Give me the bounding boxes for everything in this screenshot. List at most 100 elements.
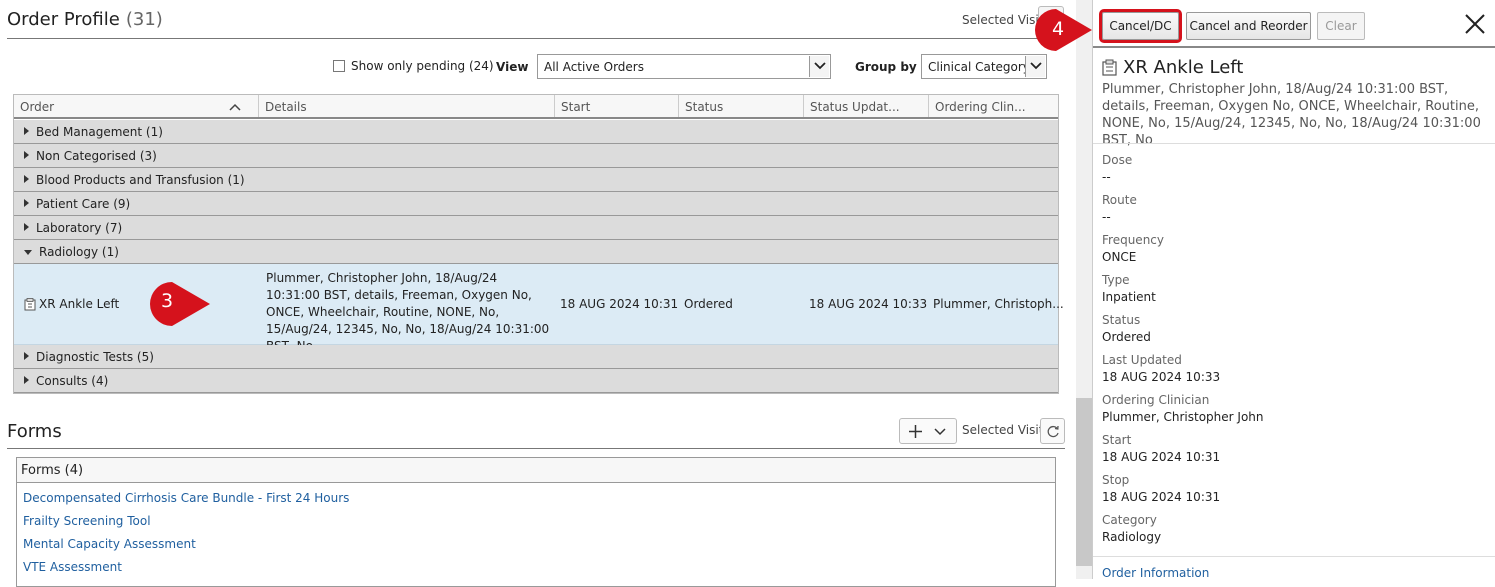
- form-link[interactable]: VTE Assessment: [23, 560, 122, 574]
- group-label: Bed Management (1): [36, 125, 163, 139]
- field-label-category: Category: [1102, 513, 1157, 527]
- group-row-blood-products[interactable]: Blood Products and Transfusion (1): [14, 168, 1058, 192]
- field-label-frequency: Frequency: [1102, 233, 1164, 247]
- order-ordering-clinician: Plummer, Christoph...: [933, 297, 1064, 311]
- expand-icon: [24, 352, 29, 360]
- radiology-order-icon: [24, 298, 36, 311]
- chevron-down-icon: [934, 428, 946, 436]
- refresh-button[interactable]: [1040, 418, 1065, 444]
- add-form-button[interactable]: [899, 418, 957, 444]
- forms-divider: [7, 448, 1065, 449]
- close-icon[interactable]: [1464, 13, 1486, 35]
- field-value-frequency: ONCE: [1102, 250, 1137, 264]
- group-row-bed-management[interactable]: Bed Management (1): [14, 120, 1058, 144]
- view-label: View: [496, 60, 529, 74]
- field-label-dose: Dose: [1102, 153, 1133, 167]
- form-link[interactable]: Decompensated Cirrhosis Care Bundle - Fi…: [23, 491, 349, 505]
- group-row-laboratory[interactable]: Laboratory (7): [14, 216, 1058, 240]
- expand-icon: [24, 376, 29, 384]
- detail-title: XR Ankle Left: [1123, 57, 1244, 78]
- forms-selected-visit-label: Selected Visit: [962, 423, 1044, 437]
- order-information-link[interactable]: Order Information: [1102, 566, 1209, 580]
- expand-icon: [24, 151, 29, 159]
- page-title: Order Profile (31): [7, 9, 163, 30]
- callout-number: 4: [1052, 18, 1065, 40]
- view-select[interactable]: All Active Orders: [537, 54, 831, 79]
- column-header-status[interactable]: Status: [679, 95, 804, 117]
- column-header-order[interactable]: Order: [14, 95, 259, 117]
- field-value-dose: --: [1102, 170, 1111, 184]
- group-row-radiology[interactable]: Radiology (1): [14, 240, 1058, 264]
- field-label-route: Route: [1102, 193, 1137, 207]
- order-detail-panel: Cancel/DC Cancel and Reorder Clear XR An…: [1092, 0, 1495, 580]
- group-row-non-categorised[interactable]: Non Categorised (3): [14, 144, 1058, 168]
- sort-asc-icon: [229, 103, 241, 111]
- group-label: Diagnostic Tests (5): [36, 350, 154, 364]
- refresh-icon: [1047, 425, 1059, 438]
- field-value-status: Ordered: [1102, 330, 1151, 344]
- cancel-dc-button[interactable]: Cancel/DC: [1099, 9, 1182, 43]
- expand-icon: [24, 127, 29, 135]
- group-label: Blood Products and Transfusion (1): [36, 173, 245, 187]
- selected-visit-label: Selected Visit: [962, 13, 1044, 27]
- forms-list-header: Forms (4): [17, 458, 1055, 483]
- field-value-stop: 18 AUG 2024 10:31: [1102, 490, 1221, 504]
- show-pending-label: Show only pending (24): [351, 59, 494, 73]
- view-select-value: All Active Orders: [544, 60, 644, 74]
- chevron-down-icon: [1025, 56, 1045, 77]
- order-details: Plummer, Christopher John, 18/Aug/24 10:…: [266, 271, 550, 353]
- column-header-ordering-clinician[interactable]: Ordering Clin...: [929, 95, 1058, 117]
- fields-divider: [1093, 556, 1495, 557]
- chevron-down-icon: [809, 56, 829, 77]
- column-header-status-updated[interactable]: Status Updat...: [804, 95, 929, 117]
- field-label-start: Start: [1102, 433, 1132, 447]
- group-label: Consults (4): [36, 374, 109, 388]
- field-label-type: Type: [1102, 273, 1130, 287]
- field-value-start: 18 AUG 2024 10:31: [1102, 450, 1221, 464]
- field-value-category: Radiology: [1102, 530, 1162, 544]
- plus-icon: [909, 425, 922, 438]
- order-name: XR Ankle Left: [39, 297, 120, 311]
- field-value-route: --: [1102, 210, 1111, 224]
- field-label-last-updated: Last Updated: [1102, 353, 1182, 367]
- clear-button[interactable]: Clear: [1317, 12, 1365, 40]
- group-row-diagnostic-tests[interactable]: Diagnostic Tests (5): [14, 345, 1058, 369]
- grid-header: Order Details Start Status Status Updat.…: [14, 95, 1058, 119]
- order-profile-title: Order Profile: [7, 9, 120, 30]
- title-divider: [7, 38, 1065, 39]
- order-start: 18 AUG 2024 10:31: [560, 297, 679, 311]
- group-label: Patient Care (9): [36, 197, 131, 211]
- field-label-ordering-clinician: Ordering Clinician: [1102, 393, 1210, 407]
- group-label: Non Categorised (3): [36, 149, 157, 163]
- scrollbar-thumb[interactable]: [1076, 398, 1092, 566]
- form-link[interactable]: Frailty Screening Tool: [23, 514, 151, 528]
- order-status: Ordered: [684, 297, 733, 311]
- field-label-stop: Stop: [1102, 473, 1130, 487]
- group-row-patient-care[interactable]: Patient Care (9): [14, 192, 1058, 216]
- expand-icon: [24, 199, 29, 207]
- group-by-value: Clinical Category: [928, 60, 1030, 74]
- radiology-order-icon: [1102, 59, 1117, 76]
- form-link[interactable]: Mental Capacity Assessment: [23, 537, 196, 551]
- group-label: Radiology (1): [39, 245, 119, 259]
- group-by-label: Group by: [855, 60, 917, 74]
- group-row-consults[interactable]: Consults (4): [14, 369, 1058, 393]
- checkbox-icon: [333, 60, 345, 72]
- column-label: Order: [20, 100, 55, 114]
- column-header-details[interactable]: Details: [259, 95, 555, 117]
- forms-list: Forms (4) Decompensated Cirrhosis Care B…: [16, 457, 1056, 587]
- show-pending-checkbox[interactable]: Show only pending (24): [333, 59, 494, 73]
- cancel-and-reorder-button[interactable]: Cancel and Reorder: [1186, 12, 1311, 40]
- group-label: Laboratory (7): [36, 221, 123, 235]
- callout-number: 3: [161, 290, 174, 312]
- field-label-status: Status: [1102, 313, 1141, 327]
- collapse-icon: [24, 250, 32, 255]
- callout-arrow-icon: [1035, 9, 1092, 51]
- field-value-ordering-clinician: Plummer, Christopher John: [1102, 410, 1264, 424]
- orders-grid: Order Details Start Status Status Updat.…: [13, 94, 1064, 394]
- forms-title: Forms: [7, 421, 62, 442]
- group-by-select[interactable]: Clinical Category: [921, 54, 1047, 79]
- panel-header-divider: [1093, 46, 1495, 48]
- column-header-start[interactable]: Start: [555, 95, 679, 117]
- detail-summary: Plummer, Christopher John, 18/Aug/24 10:…: [1102, 82, 1481, 148]
